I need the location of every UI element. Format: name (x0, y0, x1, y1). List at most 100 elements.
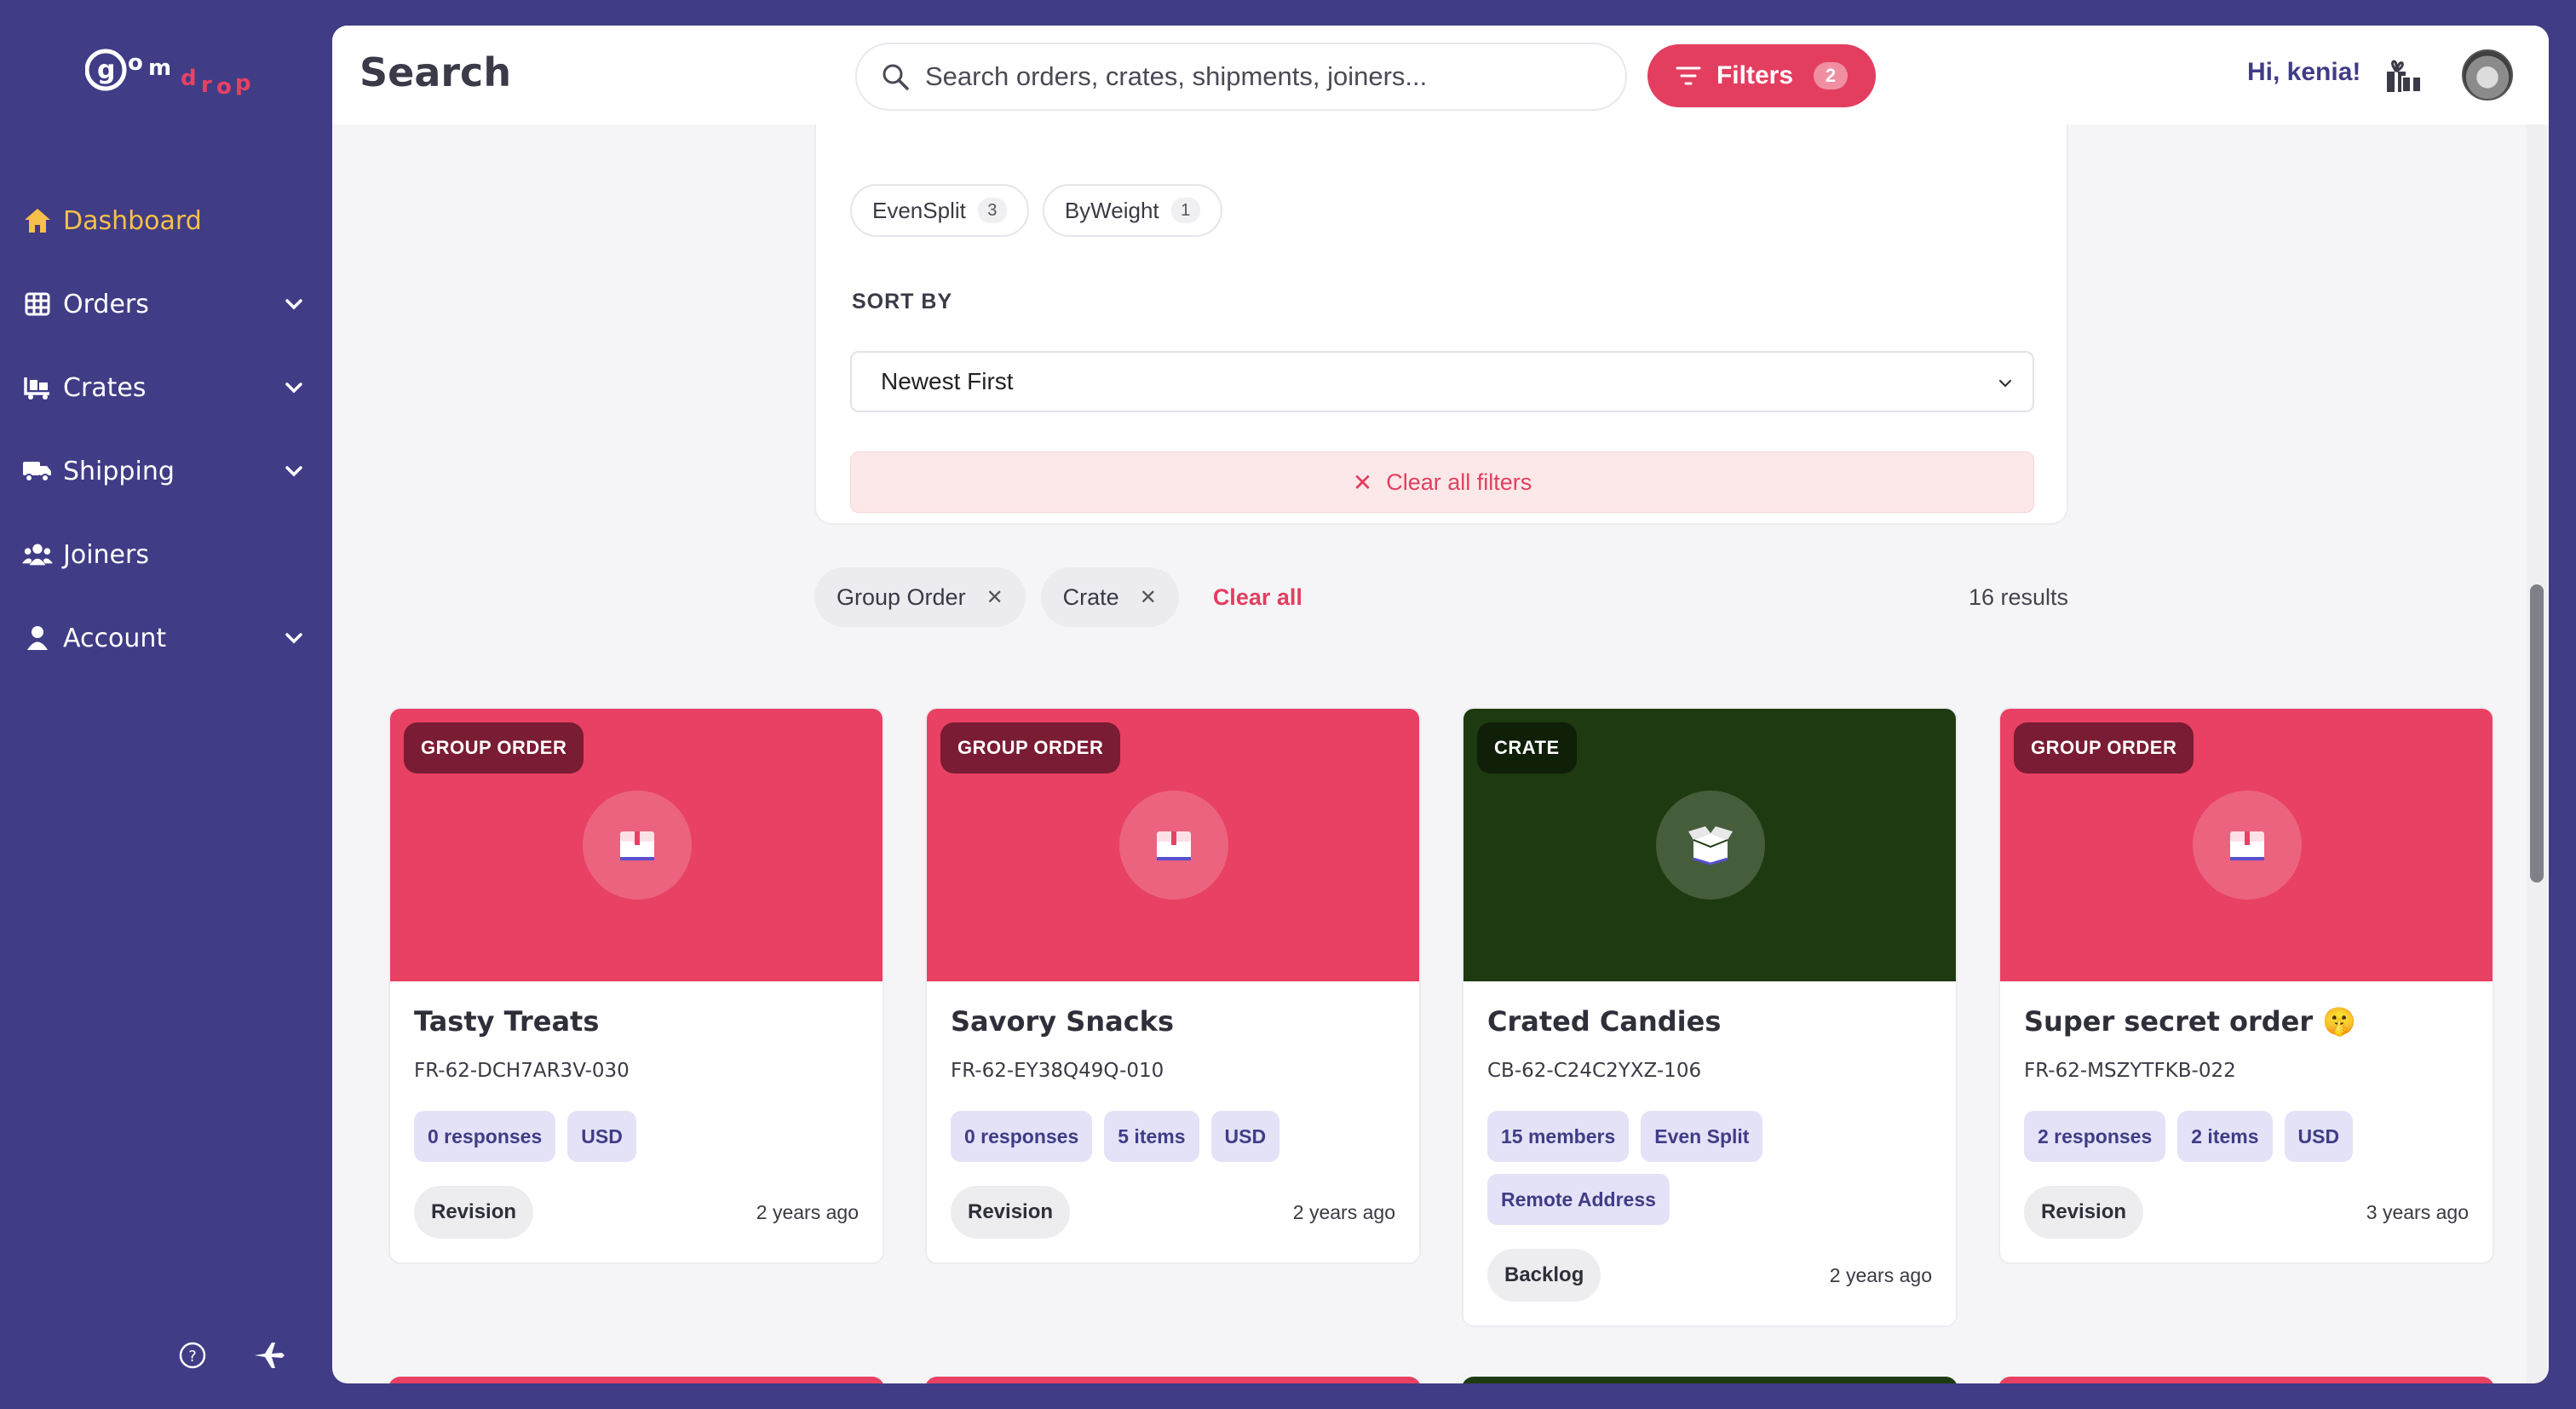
active-filters: Group Order ✕ Crate ✕ Clear all (814, 567, 1302, 627)
svg-text:m: m (148, 55, 171, 81)
sidebar-item-account[interactable]: Account (0, 596, 332, 680)
chevron-down-icon[interactable] (281, 375, 307, 400)
card-body: Savory Snacks FR-62-EY38Q49Q-010 0 respo… (927, 981, 1419, 1262)
page-title: Search (359, 49, 512, 95)
card-timestamp: 2 years ago (1292, 1200, 1395, 1223)
remove-icon[interactable]: ✕ (986, 585, 1003, 610)
card-footer: Revision 2 years ago (951, 1186, 1395, 1239)
status-badge: Backlog (1487, 1249, 1601, 1302)
airplane-icon[interactable] (251, 1337, 287, 1373)
next-card-peek (1462, 1377, 1958, 1383)
card-title: Super secret order 🤫 (2024, 1005, 2357, 1038)
clear-all-filters-label: Clear all filters (1386, 469, 1532, 495)
chevron-down-icon[interactable] (281, 291, 307, 317)
sidebar-item-joiners[interactable]: Joiners (0, 513, 332, 596)
clear-all-filters-button[interactable]: ✕ Clear all filters (850, 451, 2034, 513)
chip-count: 3 (977, 198, 1007, 223)
clear-all-link[interactable]: Clear all (1213, 584, 1302, 611)
next-card-peek (388, 1377, 884, 1383)
card-banner: CRATE (1463, 709, 1956, 981)
sidebar-item-label: Orders (63, 289, 149, 319)
card-tags: 15 members Even Split Remote Address (1487, 1111, 1932, 1225)
avatar[interactable] (2462, 49, 2513, 101)
open-box-icon (1688, 826, 1733, 866)
users-icon (22, 539, 53, 570)
home-icon (22, 205, 53, 236)
active-filter-chip[interactable]: Crate ✕ (1040, 567, 1179, 627)
chevron-down-icon[interactable] (281, 458, 307, 484)
card-tag: Even Split (1641, 1111, 1763, 1162)
card-tag: 5 items (1104, 1111, 1199, 1162)
scrollbar-thumb[interactable] (2530, 584, 2544, 883)
card-timestamp: 2 years ago (756, 1200, 859, 1223)
active-filter-chip[interactable]: Group Order ✕ (814, 567, 1026, 627)
gifts-icon[interactable] (2383, 56, 2424, 97)
next-card-peek (1998, 1377, 2494, 1383)
result-card[interactable]: GROUP ORDER Savory Snacks FR-62-EY38Q49Q… (925, 707, 1421, 1264)
card-tag: 15 members (1487, 1111, 1630, 1162)
close-icon: ✕ (1352, 469, 1373, 496)
filter-lines-icon (1676, 66, 1701, 85)
help-icon[interactable]: ? (175, 1337, 210, 1373)
card-timestamp: 2 years ago (1829, 1263, 1932, 1286)
chip-label: EvenSplit (872, 197, 966, 223)
results-count: 16 results (1968, 584, 2068, 610)
sidebar-item-dashboard[interactable]: Dashboard (0, 179, 332, 262)
search-bar[interactable] (855, 43, 1627, 111)
result-card[interactable]: CRATE Crated Candies CB-62-C24C2YXZ-106 … (1462, 707, 1958, 1327)
card-body: Super secret order 🤫 FR-62-MSZYTFKB-022 … (2000, 981, 2493, 1262)
svg-text:d: d (181, 66, 197, 91)
sidebar: g o m d r o p Dashboard Orders Crates Sh… (0, 0, 332, 1409)
status-badge: Revision (2024, 1186, 2144, 1239)
truck-icon (22, 456, 53, 486)
gomdrop-logo[interactable]: g o m d r o p (84, 41, 256, 109)
type-badge: CRATE (1477, 722, 1577, 774)
split-chip-evensplit[interactable]: EvenSplit 3 (850, 184, 1029, 237)
filters-button[interactable]: Filters 2 (1647, 44, 1876, 107)
card-tags: 0 responses 5 items USD (951, 1111, 1395, 1162)
filters-count-badge: 2 (1814, 62, 1849, 89)
svg-text:p: p (235, 71, 251, 96)
split-filter-chips: EvenSplit 3 ByWeight 1 (850, 184, 1222, 237)
sidebar-item-label: Dashboard (63, 205, 202, 236)
status-badge: Revision (414, 1186, 534, 1239)
result-card[interactable]: GROUP ORDER Tasty Treats FR-62-DCH7AR3V-… (388, 707, 884, 1264)
sidebar-footer: ? (175, 1337, 287, 1373)
box-icon (1157, 831, 1191, 860)
chevron-down-icon[interactable] (281, 625, 307, 651)
card-banner: GROUP ORDER (2000, 709, 2493, 981)
sidebar-item-crates[interactable]: Crates (0, 346, 332, 429)
sidebar-item-label: Joiners (63, 539, 149, 570)
card-title: Crated Candies (1487, 1005, 1722, 1038)
svg-text:o: o (128, 50, 143, 76)
user-icon (22, 623, 53, 653)
top-bar: Search Filters 2 Hi, kenia! (332, 26, 2549, 124)
card-timestamp: 3 years ago (2366, 1200, 2469, 1223)
crate-icon (22, 372, 53, 403)
card-tag: 2 responses (2024, 1111, 2166, 1162)
svg-text:r: r (201, 72, 212, 98)
scrollbar[interactable] (2527, 124, 2547, 1383)
card-tag: USD (1210, 1111, 1280, 1162)
sidebar-item-orders[interactable]: Orders (0, 262, 332, 346)
remove-icon[interactable]: ✕ (1140, 585, 1157, 610)
sort-by-label: SORT BY (852, 290, 953, 313)
search-input[interactable] (925, 61, 1590, 92)
card-banner: GROUP ORDER (927, 709, 1419, 981)
card-code: CB-62-C24C2YXZ-106 (1487, 1060, 1702, 1082)
order-circle (2193, 791, 2302, 900)
type-badge: GROUP ORDER (2014, 722, 2194, 774)
sort-select[interactable]: Newest First (850, 351, 2034, 412)
active-filter-label: Group Order (837, 584, 966, 610)
filter-panel: EvenSplit 3 ByWeight 1 SORT BY Newest Fi… (814, 99, 2068, 525)
type-badge: GROUP ORDER (940, 722, 1121, 774)
sidebar-item-shipping[interactable]: Shipping (0, 429, 332, 513)
search-icon (883, 64, 909, 90)
result-card[interactable]: GROUP ORDER Super secret order 🤫 FR-62-M… (1998, 707, 2494, 1264)
card-code: FR-62-MSZYTFKB-022 (2024, 1060, 2236, 1082)
card-footer: Revision 3 years ago (2024, 1186, 2469, 1239)
split-chip-byweight[interactable]: ByWeight 1 (1042, 184, 1222, 237)
filters-label: Filters (1716, 61, 1794, 89)
svg-text:g: g (97, 55, 115, 85)
sidebar-nav: Dashboard Orders Crates Shipping Joiners… (0, 179, 332, 680)
